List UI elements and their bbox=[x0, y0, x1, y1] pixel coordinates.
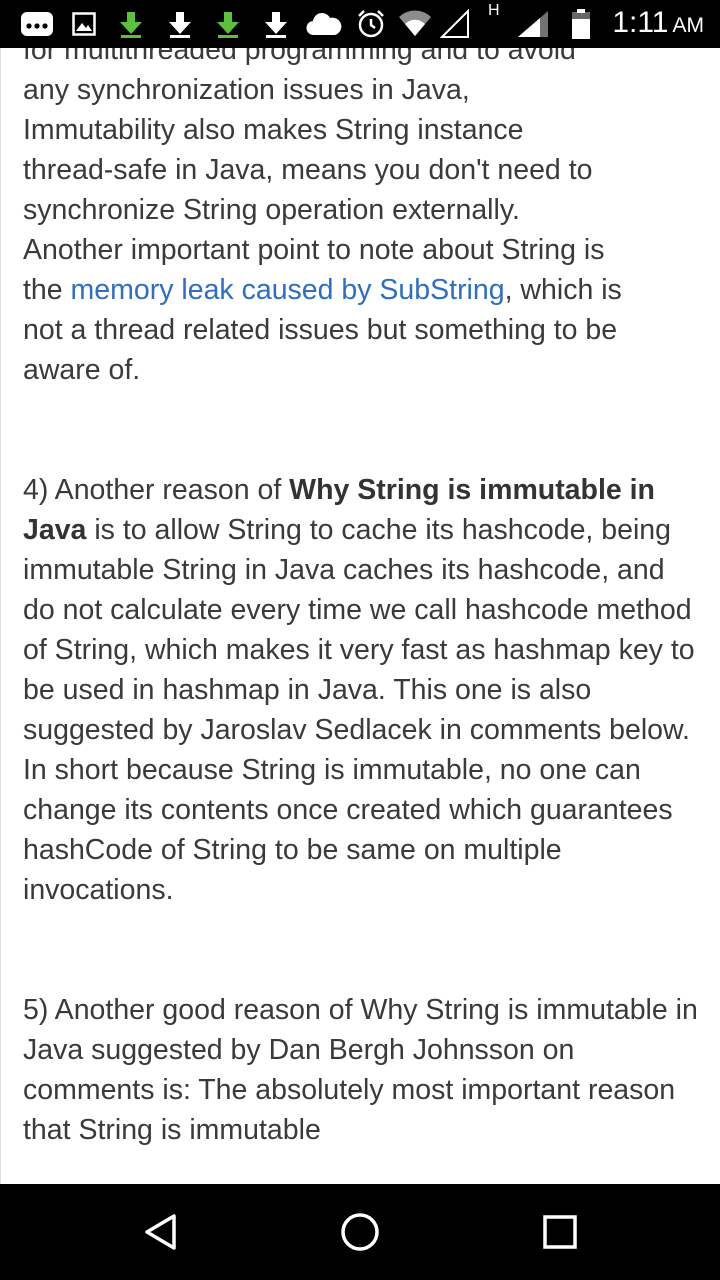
signal-icon bbox=[516, 10, 550, 38]
text-line: aware of. bbox=[23, 354, 141, 386]
navigation-bar bbox=[0, 1184, 720, 1280]
text-line: Immutability also makes String instance bbox=[23, 114, 524, 146]
cloud-icon bbox=[306, 10, 342, 38]
status-bar: H 1:11 AM bbox=[0, 0, 720, 48]
text-line: not a thread related issues but somethin… bbox=[23, 314, 618, 346]
clock-ampm: AM bbox=[672, 14, 705, 37]
substring-memory-leak-link[interactable]: memory leak caused by SubString bbox=[71, 274, 505, 306]
download-icon bbox=[214, 10, 242, 38]
alarm-icon bbox=[356, 10, 386, 38]
text-line: Another important point to note about St… bbox=[23, 234, 605, 266]
download-icon bbox=[117, 10, 145, 38]
paragraph-4-prefix: 4) Another reason of bbox=[23, 474, 290, 506]
clipped-line: for multithreaded programming and to avo… bbox=[23, 48, 576, 66]
paragraph-5: 5) Another good reason of Why String is … bbox=[23, 990, 703, 1150]
home-icon[interactable] bbox=[336, 1208, 384, 1256]
text-fragment: , which is bbox=[504, 274, 622, 306]
signal-icon bbox=[440, 9, 470, 38]
download-icon bbox=[166, 10, 194, 38]
status-clock: 1:11 AM bbox=[612, 6, 704, 40]
text-line: thread-safe in Java, means you don't nee… bbox=[23, 154, 593, 186]
article-body: for multithreaded programming and to avo… bbox=[23, 48, 703, 1150]
text-line: any synchronization issues in Java, bbox=[23, 74, 470, 106]
paragraph-4: 4) Another reason of Why String is immut… bbox=[23, 470, 703, 910]
recents-icon[interactable] bbox=[536, 1208, 584, 1256]
battery-icon bbox=[570, 9, 592, 39]
web-page-content[interactable]: for multithreaded programming and to avo… bbox=[0, 48, 720, 1184]
paragraph-4-text: is to allow String to cache its hashcode… bbox=[23, 514, 695, 906]
paragraph-5-text: 5) Another good reason of Why String is … bbox=[23, 994, 698, 1146]
network-type: H bbox=[488, 2, 500, 19]
back-icon[interactable] bbox=[136, 1208, 184, 1256]
image-icon bbox=[72, 10, 96, 38]
paragraph-3: for multithreaded programming and to avo… bbox=[23, 48, 703, 390]
text-line: synchronize String operation externally. bbox=[23, 194, 520, 226]
text-fragment: the bbox=[23, 274, 71, 306]
wifi-icon bbox=[398, 10, 432, 38]
download-icon bbox=[262, 10, 290, 38]
more-icon bbox=[20, 10, 54, 38]
clock-time: 1:11 bbox=[612, 6, 669, 39]
